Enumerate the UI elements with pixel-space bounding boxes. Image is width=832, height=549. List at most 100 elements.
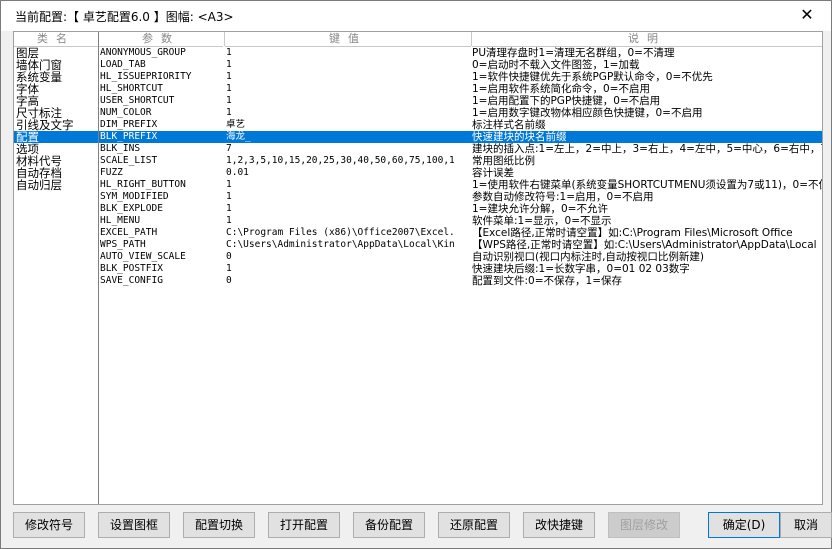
table-row[interactable]: USER_SHORTCUT 1 1=启用配置下的PGP快捷键，0=不启用 bbox=[99, 95, 822, 107]
param-description: 容计误差 bbox=[472, 167, 514, 179]
param-value[interactable]: 0 bbox=[226, 251, 466, 263]
table-row[interactable]: SCALE_LIST 1,2,3,5,10,15,20,25,30,40,50,6… bbox=[99, 155, 822, 167]
param-key: SAVE_CONFIG bbox=[100, 275, 163, 286]
param-value[interactable]: 1 bbox=[226, 203, 466, 215]
param-key: AUTO_VIEW_SCALE bbox=[100, 251, 186, 262]
table-row[interactable]: ANONYMOUS_GROUP 1 PU清理存盘时1=清理无名群组，0=不清理 bbox=[99, 47, 822, 59]
param-key: LOAD_TAB bbox=[100, 59, 146, 70]
param-description: 自动识别视口(视口内标注时,自动按视口比例新建) bbox=[472, 251, 705, 263]
param-description: 常用图纸比例 bbox=[472, 155, 535, 167]
param-value[interactable]: 1 bbox=[226, 191, 466, 203]
table-row[interactable]: HL_RIGHT_BUTTON 1 1=使用软件右键菜单(系统变量SHORTCUTM… bbox=[99, 179, 822, 191]
param-key: USER_SHORTCUT bbox=[100, 95, 175, 106]
table-row[interactable]: SYM_MODIFIED 1 参数自动修改符号:1=启用，0=不启用 bbox=[99, 191, 822, 203]
table-row[interactable]: LOAD_TAB 1 0=启动时不载入文件图签，1=加载 bbox=[99, 59, 822, 71]
table-row[interactable]: HL_SHORTCUT 1 1=启用软件系统简化命令，0=不启用 bbox=[99, 83, 822, 95]
category-item[interactable]: 字高 bbox=[14, 95, 98, 107]
category-list[interactable]: 图层 墙体门窗 系统变量 字体 字高 尺寸标注 引线及文字 配置 选项 材料代号 自动存档 自动归层 bbox=[14, 47, 98, 191]
table-row[interactable]: DIM_PREFIX 卓艺 标注样式名前缀 bbox=[99, 119, 822, 131]
param-value[interactable]: 卓艺 bbox=[226, 119, 466, 131]
param-value[interactable]: 海龙_ bbox=[226, 131, 466, 143]
column-divider bbox=[224, 32, 225, 46]
table-row[interactable]: EXCEL_PATH C:\Program Files (x86)\Office2… bbox=[99, 227, 822, 239]
config-dialog: 当前配置:【 卓艺配置6.0 】图幅: <A3> ✕ 类名 参数 键值 说明 图… bbox=[0, 0, 832, 549]
edit-symbol-button[interactable]: 修改符号 bbox=[13, 512, 85, 538]
category-item[interactable]: 配置 bbox=[14, 131, 98, 143]
table-row[interactable]: HL_MENU 1 软件菜单:1=显示，0=不显示 bbox=[99, 215, 822, 227]
category-item[interactable]: 引线及文字 bbox=[14, 119, 98, 131]
param-value[interactable]: 1 bbox=[226, 263, 466, 275]
close-icon[interactable]: ✕ bbox=[797, 5, 817, 25]
open-config-button[interactable]: 打开配置 bbox=[268, 512, 340, 538]
param-value[interactable]: 0 bbox=[226, 275, 466, 287]
param-key: BLK_POSTFIX bbox=[100, 263, 163, 274]
param-description: 1=启用配置下的PGP快捷键，0=不启用 bbox=[472, 95, 661, 107]
category-item[interactable]: 图层 bbox=[14, 47, 98, 59]
shortcut-button[interactable]: 改快捷键 bbox=[523, 512, 595, 538]
table-row[interactable]: BLK_POSTFIX 1 快速建块后缀:1=长数字串，0=01 02 03数字 bbox=[99, 263, 822, 275]
param-key: DIM_PREFIX bbox=[100, 119, 158, 130]
param-value[interactable]: 1 bbox=[226, 107, 466, 119]
param-value[interactable]: 1 bbox=[226, 179, 466, 191]
param-key: BLK_EXPLODE bbox=[100, 203, 163, 214]
param-key: BLK_PREFIX bbox=[100, 131, 158, 142]
param-description: 标注样式名前缀 bbox=[472, 119, 546, 131]
settings-table: ANONYMOUS_GROUP 1 PU清理存盘时1=清理无名群组，0=不清理 LOA… bbox=[99, 47, 822, 287]
header-desc: 说明 bbox=[472, 32, 822, 47]
table-row[interactable]: SAVE_CONFIG 0 配置到文件:0=不保存，1=保存 bbox=[99, 275, 822, 287]
param-description: 【Excel路径,正常时请空置】如:C:\Program Files\Micro… bbox=[472, 227, 793, 239]
param-value[interactable]: 1 bbox=[226, 59, 466, 71]
category-item[interactable]: 选项 bbox=[14, 143, 98, 155]
param-description: 【WPS路径,正常时请空置】如:C:\Users\Administrator\A… bbox=[472, 239, 817, 251]
param-key: HL_MENU bbox=[100, 215, 141, 226]
category-item[interactable]: 自动归层 bbox=[14, 179, 98, 191]
category-item[interactable]: 系统变量 bbox=[14, 71, 98, 83]
param-description: 快速建块的块名前缀 bbox=[472, 131, 567, 143]
param-description: 参数自动修改符号:1=启用，0=不启用 bbox=[472, 191, 654, 203]
category-item[interactable]: 材料代号 bbox=[14, 155, 98, 167]
restore-config-button[interactable]: 还原配置 bbox=[438, 512, 510, 538]
param-description: 快速建块后缀:1=长数字串，0=01 02 03数字 bbox=[472, 263, 690, 275]
param-description: 1=启用数字键改物体相应颜色快捷键，0=不启用 bbox=[472, 107, 703, 119]
column-divider bbox=[471, 32, 472, 46]
param-key: HL_SHORTCUT bbox=[100, 83, 163, 94]
header-param: 参数 bbox=[99, 32, 223, 47]
frame-setup-button[interactable]: 设置图框 bbox=[98, 512, 170, 538]
switch-config-button[interactable]: 配置切换 bbox=[183, 512, 255, 538]
header-value: 键值 bbox=[225, 32, 471, 47]
param-value[interactable]: 1 bbox=[226, 215, 466, 227]
param-value[interactable]: 1 bbox=[226, 83, 466, 95]
param-key: BLK_INS bbox=[100, 143, 141, 154]
button-bar: 修改符号 设置图框 配置切换 打开配置 备份配置 还原配置 改快捷键 图层修改 确定(D) 取消 bbox=[13, 512, 832, 538]
param-description: 1=建块允许分解，0=不允许 bbox=[472, 203, 608, 215]
param-key: HL_RIGHT_BUTTON bbox=[100, 179, 186, 190]
param-value[interactable]: 1 bbox=[226, 71, 466, 83]
table-row[interactable]: FUZZ 0.01 容计误差 bbox=[99, 167, 822, 179]
param-value[interactable]: 7 bbox=[226, 143, 466, 155]
param-value[interactable]: C:\Program Files (x86)\Office2007\Excel. bbox=[226, 227, 466, 239]
table-row[interactable]: BLK_EXPLODE 1 1=建块允许分解，0=不允许 bbox=[99, 203, 822, 215]
category-item[interactable]: 墙体门窗 bbox=[14, 59, 98, 71]
table-row[interactable]: AUTO_VIEW_SCALE 0 自动识别视口(视口内标注时,自动按视口比例新建) bbox=[99, 251, 822, 263]
param-value[interactable]: C:\Users\Administrator\AppData\Local\Kin bbox=[226, 239, 466, 251]
table-row[interactable]: NUM_COLOR 1 1=启用数字键改物体相应颜色快捷键，0=不启用 bbox=[99, 107, 822, 119]
category-item[interactable]: 尺寸标注 bbox=[14, 107, 98, 119]
category-item[interactable]: 自动存档 bbox=[14, 167, 98, 179]
param-description: 建块的插入点:1=左上，2=中上，3=右上，4=左中，5=中心，6=右中，7=左… bbox=[472, 143, 822, 155]
table-row[interactable]: BLK_INS 7 建块的插入点:1=左上，2=中上，3=右上，4=左中，5=中心，… bbox=[99, 143, 822, 155]
table-row[interactable]: HL_ISSUEPRIORITY 1 1=软件快捷键优先于系统PGP默认命令，0=不… bbox=[99, 71, 822, 83]
dialog-title: 当前配置:【 卓艺配置6.0 】图幅: <A3> bbox=[15, 10, 234, 24]
backup-config-button[interactable]: 备份配置 bbox=[353, 512, 425, 538]
table-row[interactable]: WPS_PATH C:\Users\Administrator\AppData\L… bbox=[99, 239, 822, 251]
param-value[interactable]: 1 bbox=[226, 47, 466, 59]
category-item[interactable]: 字体 bbox=[14, 83, 98, 95]
table-row[interactable]: BLK_PREFIX 海龙_ 快速建块的块名前缀 bbox=[99, 131, 822, 143]
cancel-button[interactable]: 取消 bbox=[780, 512, 832, 538]
param-value[interactable]: 1 bbox=[226, 95, 466, 107]
ok-button[interactable]: 确定(D) bbox=[708, 512, 780, 538]
param-description: 配置到文件:0=不保存，1=保存 bbox=[472, 275, 622, 287]
param-key: HL_ISSUEPRIORITY bbox=[100, 71, 192, 82]
param-value[interactable]: 0.01 bbox=[226, 167, 466, 179]
param-value[interactable]: 1,2,3,5,10,15,20,25,30,40,50,60,75,100,1 bbox=[226, 155, 466, 167]
layer-edit-button: 图层修改 bbox=[608, 512, 680, 538]
